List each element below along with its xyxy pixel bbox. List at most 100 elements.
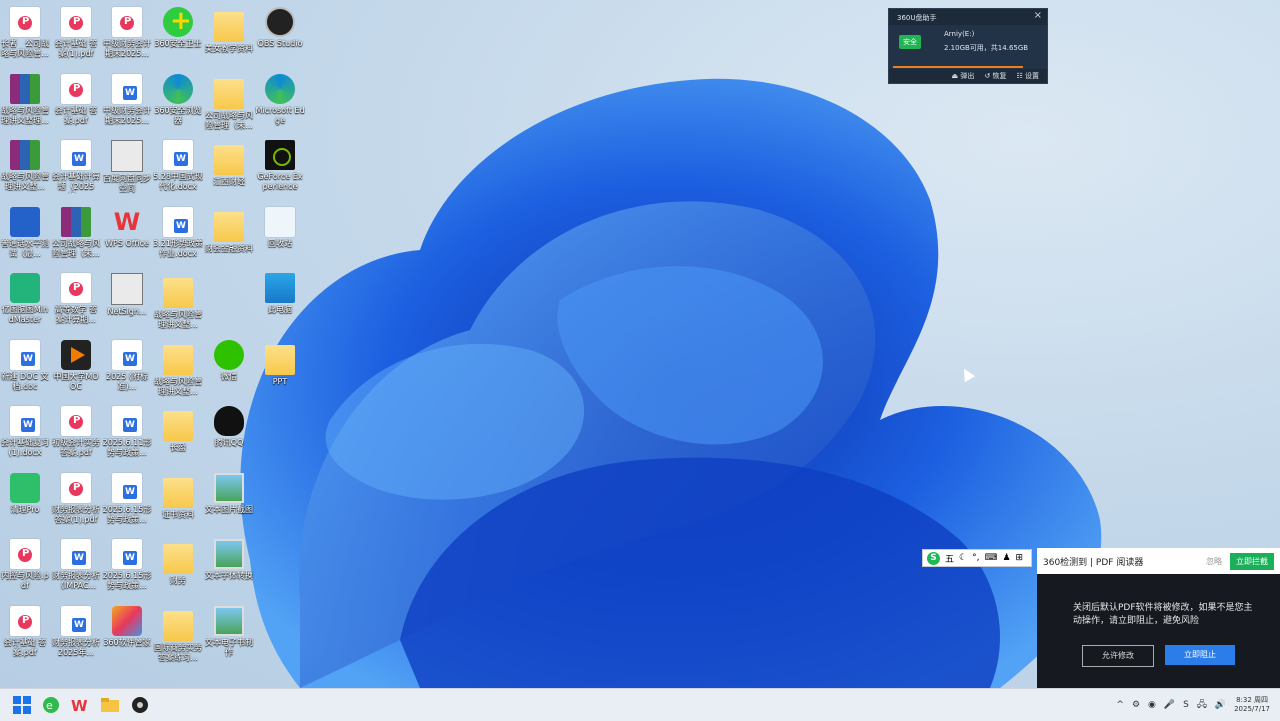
eject-button[interactable]: ⏏ 弹出 — [952, 71, 975, 81]
desktop-icon-label: 亿图脑图MindMaster — [1, 305, 49, 324]
desktop-icon[interactable]: 会计基础 答案.pdf — [51, 71, 101, 137]
wps-icon[interactable]: W — [70, 695, 90, 715]
desktop-icon[interactable]: 会计基础计算题（2025年... — [51, 137, 101, 203]
desktop-icon[interactable]: 清理Pro — [0, 470, 50, 536]
wechat-tray-icon[interactable]: ◉ — [1148, 700, 1156, 710]
restore-button[interactable]: ↺ 恢复 — [984, 71, 1006, 81]
desktop-icon[interactable]: 文本电子书制作 — [204, 603, 254, 669]
desktop-icon[interactable]: 回收站 — [255, 204, 305, 270]
desktop-icon[interactable]: 360安全浏览器 — [153, 71, 203, 137]
desktop-icon[interactable]: 微信 — [204, 337, 254, 403]
desktop-icon[interactable]: 3.21形势政策作业.docx — [153, 204, 203, 270]
desktop-icon[interactable]: 财务报表分析（IMPAC... — [51, 536, 101, 602]
desktop-icon[interactable]: 长者 公司战略与风险管... — [0, 4, 50, 70]
desktop-icon[interactable]: 会计基础 答案(1).pdf — [51, 4, 101, 70]
close-icon[interactable]: × — [1034, 10, 1042, 21]
ignore-link[interactable]: 忽略 — [1206, 556, 1222, 567]
desktop-icon[interactable]: 中级财务会计期末2025... — [102, 71, 152, 137]
user-icon[interactable]: ♟ — [1002, 553, 1010, 563]
microphone-icon[interactable]: 🎤 — [1164, 700, 1175, 710]
green-file-icon — [10, 472, 40, 503]
pdf-file-icon — [112, 7, 142, 37]
desktop-icon[interactable]: 战略与风险管理讲义整... — [153, 337, 203, 403]
sogou-tray-icon[interactable]: S — [1183, 700, 1189, 710]
tray-overflow-icon[interactable]: ^ — [1116, 700, 1124, 710]
doc-file-icon — [61, 605, 91, 636]
desktop-icon[interactable]: 2025.6.15形势与政策... — [102, 536, 152, 602]
desktop-icon-label: 内控与风险.pdf — [1, 571, 49, 590]
desktop-icon[interactable]: 5.28中国式现代化.docx — [153, 137, 203, 203]
obs-icon[interactable] — [130, 695, 150, 715]
desktop-icon[interactable]: NetSign... — [102, 270, 152, 336]
desktop-icon[interactable]: 腾讯QQ — [204, 403, 254, 469]
desktop-icon[interactable]: 360安全卫士 — [153, 4, 203, 70]
desktop-icon[interactable]: Microsoft Edge — [255, 71, 305, 137]
desktop-icon[interactable]: 文本图片截图 — [204, 470, 254, 536]
desktop-icon[interactable]: 初级会计实务答案.pdf — [51, 403, 101, 469]
pdf-file-icon — [61, 7, 91, 37]
desktop-icon[interactable]: 财务报表分析2025年... — [51, 603, 101, 669]
desktop-icon[interactable]: 财务报表分析答案(1).pdf — [51, 470, 101, 536]
desktop-icon[interactable]: PPT — [255, 337, 305, 403]
desktop-icon[interactable]: 亿图脑图MindMaster — [0, 270, 50, 336]
doc-file-icon — [163, 206, 193, 237]
desktop-icon-label: 会计基础 答案.pdf — [3, 637, 47, 657]
desktop-icon[interactable]: 战略与风险管理讲义整... — [153, 270, 203, 336]
desktop-icon[interactable]: 文本字体转换 — [204, 536, 254, 602]
desktop-icon[interactable]: 公司战略与风险管理（未... — [204, 71, 254, 137]
volume-icon[interactable]: 🔊 — [1215, 700, 1226, 710]
start-icon[interactable] — [12, 695, 32, 715]
pdf-file-icon — [61, 273, 91, 303]
desktop-icon[interactable]: 360软件管家 — [102, 603, 152, 669]
desktop-icon[interactable]: 百度网盘同步空间 — [102, 137, 152, 203]
keyboard-icon[interactable]: ⌨ — [984, 553, 997, 563]
block-now-button[interactable]: 立即拦截 — [1230, 552, 1274, 570]
desktop-icon[interactable]: 中级财务会计期末2025... — [102, 4, 152, 70]
ime-toolbar[interactable]: S 五 ☾ °, ⌨ ♟ ⊞ — [922, 549, 1032, 567]
desktop-icon[interactable]: 长盈 — [153, 403, 203, 469]
network-icon[interactable]: 🖧 — [1197, 697, 1207, 713]
desktop-icon[interactable]: 中国大学MOOC — [51, 337, 101, 403]
stop-now-button[interactable]: 立即阻止 — [1165, 645, 1235, 665]
desktop-icon[interactable]: 内控与风险.pdf — [0, 536, 50, 602]
settings-button[interactable]: ☷ 设置 — [1016, 71, 1039, 81]
desktop-icon-label: 清理Pro — [10, 504, 40, 514]
desktop-icon[interactable]: 会计基础 答案.pdf — [0, 603, 50, 669]
desktop-icon[interactable]: 高等数学 答案计算期... — [51, 270, 101, 336]
desktop-icon[interactable]: 新建 DOC 文档.doc — [0, 337, 50, 403]
doc-file-icon — [112, 472, 142, 503]
desktop-icon[interactable]: 2025.6.11形势与政策... — [102, 403, 152, 469]
desktop-icon[interactable]: 2025 (附标准)... — [102, 337, 152, 403]
clock[interactable]: 8:32 周四 2025/7/17 — [1234, 696, 1270, 714]
desktop-icon[interactable]: W WPS Office — [102, 204, 152, 270]
desktop-icon[interactable]: 财会金融资料 — [204, 204, 254, 270]
desktop-icon-label: 长盈 — [170, 443, 186, 452]
desktop-icon[interactable]: 战略与风险管理讲义整理... — [0, 71, 50, 137]
tray-app-icon[interactable]: ⚙ — [1132, 700, 1140, 710]
play-file-icon — [61, 339, 91, 370]
desktop-icon-label: 财务报表分析答案(1).pdf — [52, 504, 100, 524]
desktop-icon[interactable]: 证书资料 — [153, 470, 203, 536]
desktop-icon[interactable]: 战略与风险管理讲义整... — [0, 137, 50, 203]
file-explorer-icon[interactable] — [100, 695, 120, 715]
360-browser-icon[interactable]: e — [41, 695, 61, 715]
moon-icon[interactable]: ☾ — [959, 553, 967, 563]
desktop-icon-label: 2025 (附标准)... — [105, 371, 149, 391]
grid-icon[interactable]: ⊞ — [1016, 553, 1024, 563]
ime-mode-wubi[interactable]: 五 — [945, 552, 954, 565]
allow-change-button[interactable]: 允许修改 — [1082, 645, 1154, 667]
desktop-icon[interactable]: 公司战略与风险管理（未... — [51, 204, 101, 270]
desktop-icon[interactable]: 2025.6.15形势与政策... — [102, 470, 152, 536]
punctuation-icon[interactable]: °, — [972, 553, 979, 563]
desktop-icon[interactable]: 美女教学资料 — [204, 4, 254, 70]
desktop-icon[interactable]: 江西财经 — [204, 137, 254, 203]
desktop-icon[interactable]: OBS Studio — [255, 4, 305, 70]
desktop-icon[interactable]: 财务 — [153, 536, 203, 602]
desktop-icon-label: 360安全浏览器 — [154, 105, 202, 125]
desktop-icon[interactable]: 会计基础复习(1).docx — [0, 403, 50, 469]
desktop-icon[interactable]: 国际商务实务答案练习... — [153, 603, 203, 669]
desktop-icon[interactable]: 此电脑 — [255, 270, 305, 336]
desktop-icon[interactable]: GeForce Experience — [255, 137, 305, 203]
desktop-icon[interactable]: 普通话水平测试（最... — [0, 204, 50, 270]
sogou-ime-icon[interactable]: S — [927, 551, 940, 565]
